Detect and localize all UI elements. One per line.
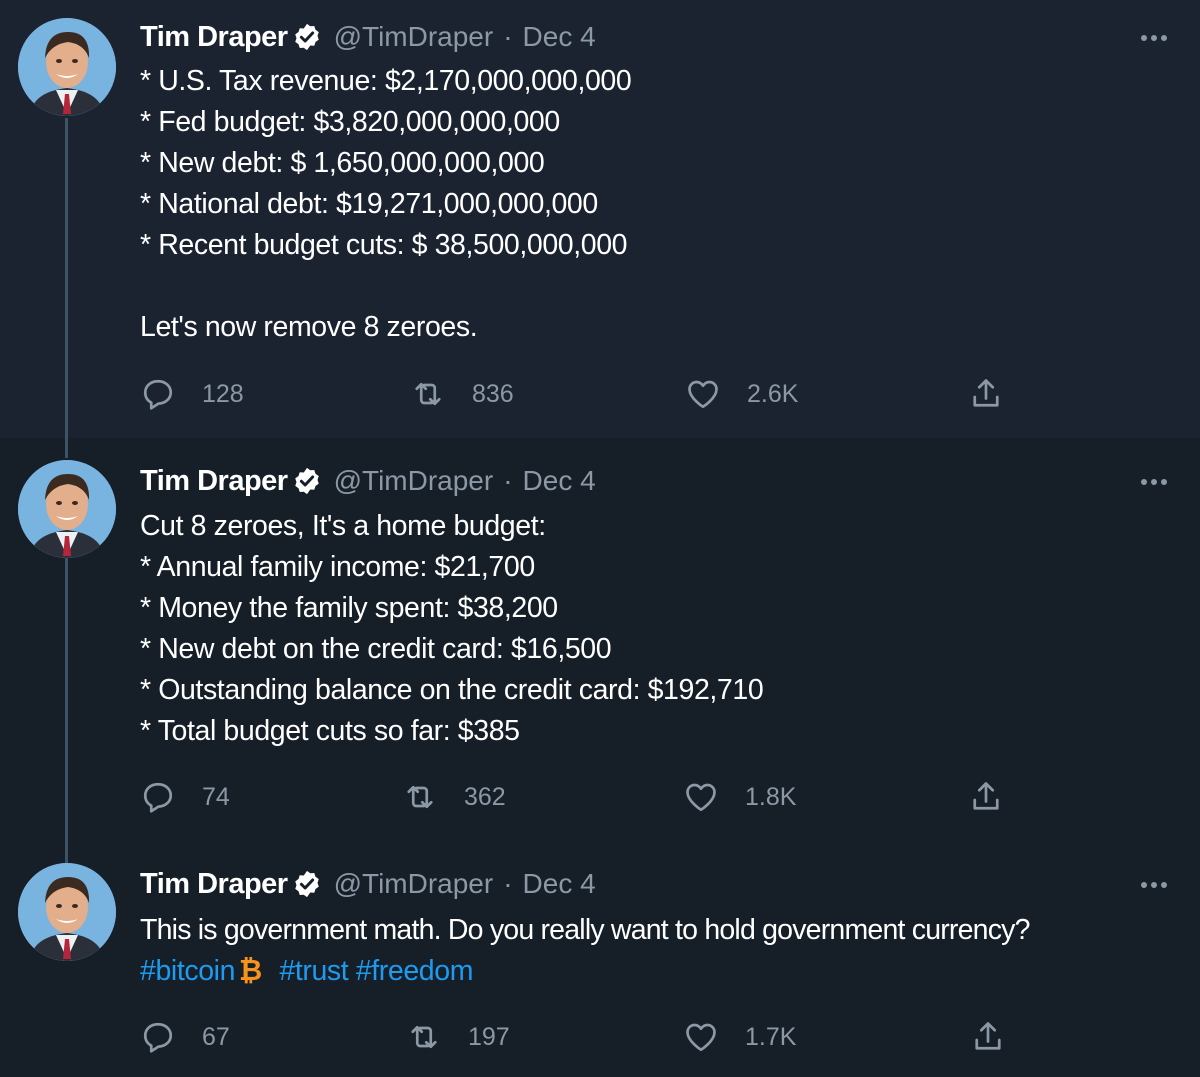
tweet-line: * New debt: $ 1,650,000,000,000 bbox=[140, 147, 545, 179]
tweet-text: This is government math. Do you really w… bbox=[140, 910, 1180, 992]
share-button[interactable] bbox=[970, 1017, 1006, 1057]
hashtag-freedom[interactable]: #freedom bbox=[356, 955, 474, 987]
more-options-icon[interactable] bbox=[1138, 472, 1170, 492]
reply-count: 74 bbox=[202, 782, 230, 811]
tweet-line: Let's now remove 8 zeroes. bbox=[140, 311, 478, 343]
tweet-line: * National debt: $19,271,000,000,000 bbox=[140, 188, 598, 220]
tweet-line: * Fed budget: $3,820,000,000,000 bbox=[140, 106, 560, 138]
verified-badge-icon bbox=[292, 22, 322, 52]
tweet-header: Tim Draper @TimDraper · Dec 4 bbox=[140, 461, 596, 501]
retweet-button[interactable]: 836 bbox=[410, 374, 514, 414]
like-button[interactable]: 1.8K bbox=[683, 777, 796, 817]
tweet-header: Tim Draper @TimDraper · Dec 4 bbox=[140, 864, 596, 904]
retweet-count: 197 bbox=[468, 1022, 510, 1051]
reply-button[interactable]: 74 bbox=[140, 777, 230, 817]
retweet-icon bbox=[411, 1025, 437, 1049]
tweet-line: * Annual family income: $21,700 bbox=[140, 551, 535, 583]
like-count: 2.6K bbox=[747, 379, 799, 408]
retweet-icon bbox=[407, 785, 433, 809]
tweet-line: Cut 8 zeroes, It's a home budget: bbox=[140, 510, 546, 542]
retweet-count: 362 bbox=[464, 782, 506, 811]
author-name[interactable]: Tim Draper bbox=[140, 465, 288, 498]
author-name[interactable]: Tim Draper bbox=[140, 868, 288, 901]
reply-icon bbox=[143, 782, 173, 813]
verified-badge-icon bbox=[292, 466, 322, 496]
thread-line bbox=[65, 838, 68, 863]
hashtag-line: #bitcoin ₿ #trust #freedom bbox=[140, 951, 1180, 992]
reply-button[interactable]: 67 bbox=[140, 1017, 230, 1057]
tweet-line: * New debt on the credit card: $16,500 bbox=[140, 633, 612, 665]
like-count: 1.8K bbox=[745, 782, 797, 811]
like-button[interactable]: 2.6K bbox=[685, 374, 798, 414]
tweet-line: * Money the family spent: $38,200 bbox=[140, 592, 558, 624]
profile-photo bbox=[18, 460, 116, 558]
author-handle[interactable]: @TimDraper bbox=[334, 21, 494, 53]
avatar[interactable] bbox=[18, 18, 116, 116]
tweet-actions: 128 836 2.6K bbox=[140, 374, 1020, 414]
tweet-3[interactable]: Tim Draper @TimDraper · Dec 4 This is go… bbox=[0, 838, 1200, 1077]
hashtag-trust[interactable]: #trust bbox=[279, 955, 348, 987]
profile-photo bbox=[18, 18, 116, 116]
retweet-icon bbox=[415, 382, 441, 406]
separator-dot: · bbox=[503, 465, 513, 496]
reply-icon bbox=[143, 1022, 173, 1053]
avatar[interactable] bbox=[18, 460, 116, 558]
reply-button[interactable]: 128 bbox=[140, 374, 244, 414]
thread-line bbox=[65, 558, 68, 838]
tweet-text: * U.S. Tax revenue: $2,170,000,000,000 *… bbox=[140, 61, 1170, 348]
tweet-line: * Total budget cuts so far: $385 bbox=[140, 715, 520, 747]
tweet-text: Cut 8 zeroes, It's a home budget: * Annu… bbox=[140, 506, 1170, 752]
tweet-date[interactable]: Dec 4 bbox=[523, 465, 596, 497]
like-button[interactable]: 1.7K bbox=[683, 1017, 796, 1057]
retweet-count: 836 bbox=[472, 379, 514, 408]
retweet-button[interactable]: 197 bbox=[406, 1017, 510, 1057]
share-button[interactable] bbox=[968, 777, 1004, 817]
share-icon bbox=[975, 1022, 1001, 1050]
heart-icon bbox=[686, 783, 716, 812]
heart-icon bbox=[686, 1023, 716, 1052]
reply-count: 67 bbox=[202, 1022, 230, 1051]
tweet-actions: 74 362 1.8K bbox=[140, 777, 1020, 817]
verified-badge-icon bbox=[292, 869, 322, 899]
more-options-icon[interactable] bbox=[1138, 875, 1170, 895]
heart-icon bbox=[688, 380, 718, 409]
author-handle[interactable]: @TimDraper bbox=[334, 868, 494, 900]
thread-line bbox=[65, 118, 68, 438]
tweet-date[interactable]: Dec 4 bbox=[523, 868, 596, 900]
more-options-icon[interactable] bbox=[1138, 28, 1170, 48]
reply-icon bbox=[143, 379, 173, 410]
tweet-header: Tim Draper @TimDraper · Dec 4 bbox=[140, 17, 596, 57]
like-count: 1.7K bbox=[745, 1022, 797, 1051]
tweet-line: * U.S. Tax revenue: $2,170,000,000,000 bbox=[140, 65, 632, 97]
author-name[interactable]: Tim Draper bbox=[140, 21, 288, 54]
tweet-line: * Outstanding balance on the credit card… bbox=[140, 674, 764, 706]
tweet-1[interactable]: Tim Draper @TimDraper · Dec 4 * U.S. Tax… bbox=[0, 0, 1200, 438]
avatar[interactable] bbox=[18, 863, 116, 961]
tweet-date[interactable]: Dec 4 bbox=[523, 21, 596, 53]
tweet-line: This is government math. Do you really w… bbox=[140, 914, 1030, 946]
retweet-button[interactable]: 362 bbox=[402, 777, 506, 817]
author-handle[interactable]: @TimDraper bbox=[334, 465, 494, 497]
bitcoin-emoji: ₿ bbox=[239, 955, 262, 987]
share-icon bbox=[973, 782, 999, 810]
hashtag-bitcoin[interactable]: #bitcoin bbox=[140, 955, 235, 987]
tweet-line: * Recent budget cuts: $ 38,500,000,000 bbox=[140, 229, 628, 261]
separator-dot: · bbox=[503, 868, 513, 899]
share-button[interactable] bbox=[968, 374, 1004, 414]
thread-line bbox=[65, 438, 68, 458]
reply-count: 128 bbox=[202, 379, 244, 408]
tweet-2[interactable]: Tim Draper @TimDraper · Dec 4 Cut 8 zero… bbox=[0, 438, 1200, 838]
tweet-actions: 67 197 1.7K bbox=[140, 1017, 1020, 1057]
profile-photo bbox=[18, 863, 116, 961]
share-icon bbox=[973, 379, 999, 407]
separator-dot: · bbox=[503, 21, 513, 52]
